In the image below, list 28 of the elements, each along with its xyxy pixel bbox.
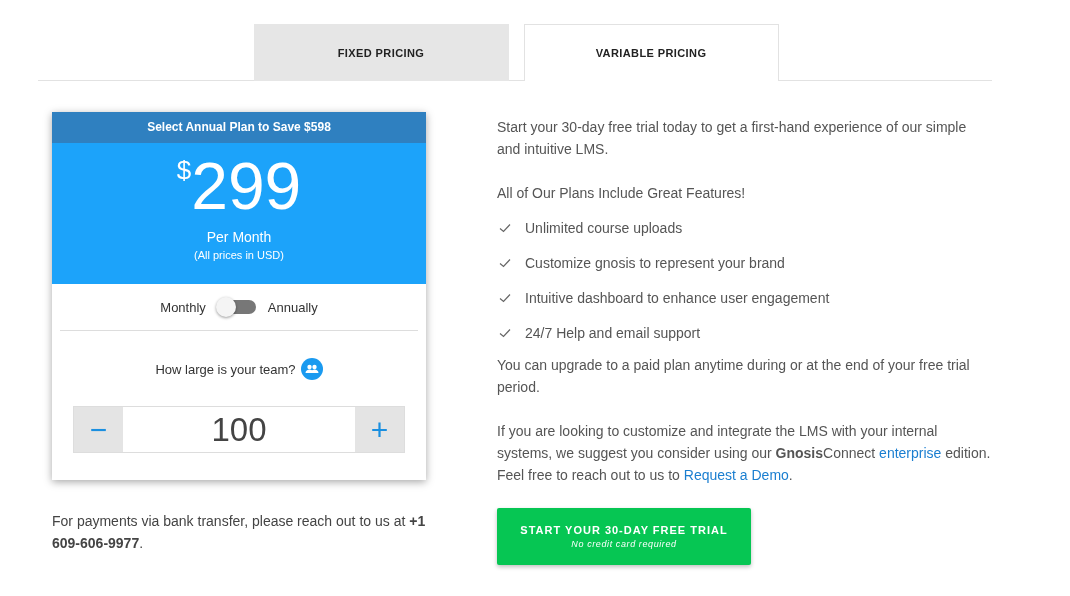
billing-toggle[interactable] <box>217 300 256 314</box>
check-icon <box>499 292 511 303</box>
features-heading: All of Our Plans Include Great Features! <box>497 184 747 203</box>
upgrade-text: You can upgrade to a paid plan anytime during or at the end of your free trial period. <box>497 356 971 397</box>
price-period: Per Month <box>205 229 273 245</box>
check-icon <box>499 222 511 233</box>
people-icon <box>300 358 323 380</box>
enterprise-text: If you are looking to customize and integrate the LMS with your internal systems, we suggest you consider using our GnosisConnect enterprise edition. Feel free to reach out to us to Request a Demo. <box>497 422 992 485</box>
feature-text: Unlimited course uploads <box>525 219 683 236</box>
text-link[interactable]: enterprise <box>879 445 942 461</box>
pricing-tab[interactable]: VARIABLE PRICING <box>523 24 779 81</box>
team-size-question: How large is your team? <box>155 361 296 377</box>
price-amount: 299 <box>191 153 302 219</box>
intro-text: Start your 30-day free trial today to get a first-hand experience of our simple and intuitive LMS. <box>497 118 968 159</box>
annually-label: Annually <box>267 299 318 315</box>
feature-text: 24/7 Help and email support <box>525 324 701 341</box>
bank-transfer-note: For payments via bank transfer, please reach out to us at +1 609-606-9977. <box>52 512 426 553</box>
text-link[interactable]: Request a Demo <box>683 467 789 483</box>
price-note: (All prices in USD) <box>193 249 285 261</box>
pricing-tab[interactable]: FIXED PRICING <box>253 24 509 81</box>
feature-text: Intuitive dashboard to enhance user engagement <box>525 289 830 306</box>
check-icon <box>499 327 511 338</box>
check-icon <box>499 257 511 268</box>
start-trial-button[interactable]: START YOUR 30-DAY FREE TRIAL No credit card required <box>497 508 751 565</box>
currency-symbol: $ <box>176 157 192 185</box>
monthly-label: Monthly <box>160 299 206 315</box>
savings-banner: Select Annual Plan to Save $598 <box>52 112 426 143</box>
feature-text: Customize gnosis to represent your brand <box>525 254 785 271</box>
